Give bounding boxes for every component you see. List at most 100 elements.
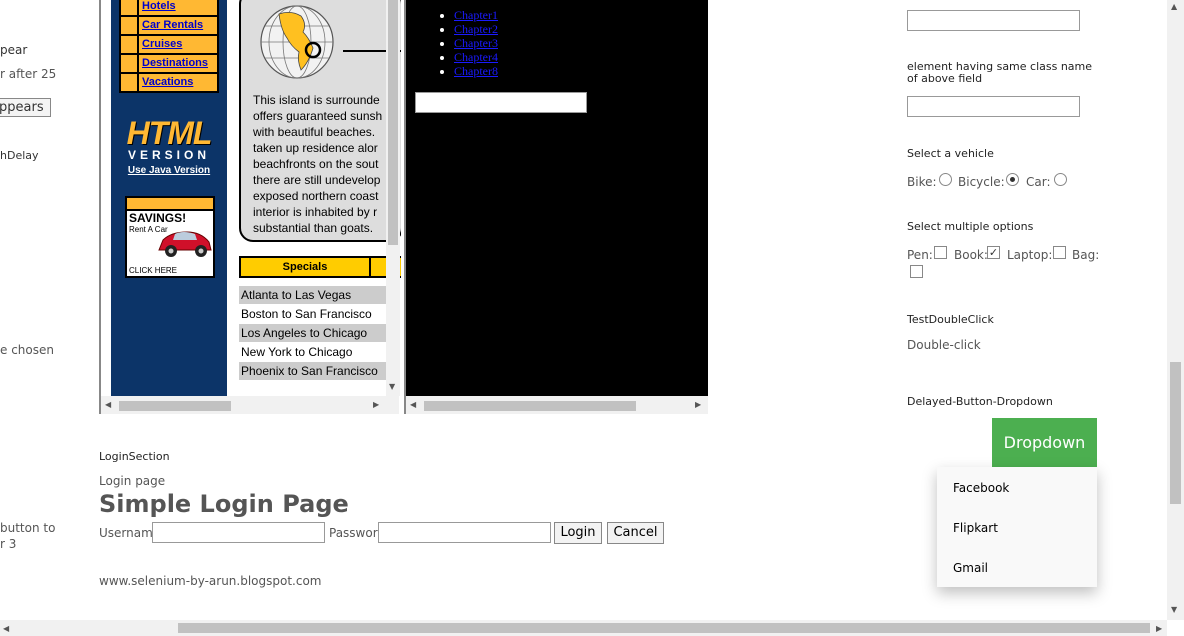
chapter-link-8[interactable]: Chapter8: [454, 64, 498, 78]
chapter-link-2[interactable]: Chapter2: [454, 22, 498, 36]
info-line: This island is surrounde: [253, 93, 380, 107]
vehicle-title: Select a vehicle: [907, 147, 994, 160]
route-item: Los Angeles to Chicago: [239, 324, 391, 342]
route-item: Atlanta to Las Vegas: [239, 286, 391, 304]
scroll-down-arrow-icon[interactable]: ▼: [389, 382, 395, 391]
car-icon: [158, 231, 212, 257]
appears-button[interactable]: ppears: [0, 98, 51, 117]
frame1-vertical-scroll-thumb[interactable]: [388, 0, 398, 245]
button-to-label: button to: [0, 521, 56, 535]
bike-radio[interactable]: [939, 173, 952, 186]
route-item: Phoenix to San Francisco: [239, 362, 391, 380]
bag-checkbox[interactable]: [910, 265, 923, 278]
pen-checkbox[interactable]: [934, 246, 947, 259]
multi-options-title: Select multiple options: [907, 220, 1034, 233]
bicycle-radio[interactable]: [1006, 173, 1019, 186]
info-line: substantial than goats.: [253, 221, 374, 235]
scroll-right-arrow-icon[interactable]: ▶: [695, 400, 701, 409]
ad-cta: CLICK HERE: [129, 266, 178, 275]
frame1-horizontal-scroll-thumb[interactable]: [119, 401, 231, 411]
page-vertical-scroll-thumb[interactable]: [1170, 362, 1181, 504]
username-label: Username: [99, 526, 161, 540]
nav-table: Hotels Car Rentals Cruises Destinations …: [119, 0, 219, 93]
dropdown-item-flipkart[interactable]: Flipkart: [953, 521, 998, 535]
login-heading: Simple Login Page: [99, 490, 349, 518]
scroll-right-arrow-icon[interactable]: ▶: [373, 400, 379, 409]
logo-version-text: VERSION: [127, 148, 210, 162]
double-click-title: TestDoubleClick: [907, 313, 994, 326]
info-line: exposed northern coast: [253, 189, 379, 203]
r3-label: r 3: [0, 537, 17, 551]
nav-link-car-rentals[interactable]: Car Rentals: [139, 17, 217, 34]
info-line: there are still undevelop: [253, 173, 381, 187]
dropdown-item-facebook[interactable]: Facebook: [953, 481, 1009, 495]
laptop-checkbox[interactable]: [1053, 246, 1066, 259]
logo-html-text: HTML: [126, 115, 213, 151]
bag-label: Bag:: [1072, 248, 1100, 262]
same-class-input[interactable]: [907, 96, 1080, 117]
chapter-list-item: Chapter8: [454, 64, 498, 78]
laptop-label: Laptop:: [1007, 248, 1053, 262]
nav-link-destinations[interactable]: Destinations: [139, 55, 217, 72]
chapter-link-4[interactable]: Chapter4: [454, 50, 498, 64]
chosen-label: e chosen: [0, 343, 54, 357]
pen-label: Pen:: [907, 248, 933, 262]
car-radio[interactable]: [1054, 173, 1067, 186]
car-label: Car:: [1026, 175, 1051, 189]
scroll-left-arrow-icon[interactable]: ◀: [105, 400, 111, 409]
chapter-list-item: Chapter4: [454, 50, 498, 64]
frame2-text-input[interactable]: [415, 92, 587, 113]
globe-icon: [260, 5, 334, 79]
footer-url: www.selenium-by-arun.blogspot.com: [99, 574, 322, 588]
island-info-box: This island is surrounde offers guarante…: [239, 0, 401, 242]
chapter-link-1[interactable]: Chapter1: [454, 8, 498, 22]
cancel-button[interactable]: Cancel: [607, 522, 664, 544]
info-line: with beautiful beaches.: [253, 125, 376, 139]
info-line: interior is inhabited by r: [253, 205, 378, 219]
delayed-dropdown-title: Delayed-Button-Dropdown: [907, 395, 1053, 408]
bicycle-label: Bicycle:: [958, 175, 1005, 189]
page-scroll-left-arrow-icon[interactable]: ◀: [3, 624, 9, 633]
nav-link-hotels[interactable]: Hotels: [139, 0, 217, 15]
route-item: Boston to San Francisco: [241, 307, 372, 321]
appear-label: pear: [0, 43, 28, 57]
top-text-input[interactable]: [907, 10, 1080, 31]
book-label: Book:: [954, 248, 988, 262]
info-line: offers guaranteed sunsh: [253, 109, 383, 123]
scroll-left-arrow-icon[interactable]: ◀: [410, 400, 416, 409]
dropdown-item-gmail[interactable]: Gmail: [953, 561, 988, 575]
same-class-label: element having same class name of above …: [907, 60, 1093, 85]
after-label: r after 25: [0, 67, 57, 81]
page-scroll-down-arrow-icon[interactable]: ▼: [1171, 605, 1177, 614]
specials-label: Specials: [241, 258, 371, 276]
dropdown-button[interactable]: Dropdown: [992, 418, 1097, 467]
java-version-link[interactable]: Use Java Version: [124, 165, 214, 176]
rent-a-car-ad[interactable]: SAVINGS! Rent A Car CLICK HERE: [125, 196, 215, 278]
info-line: taken up residence alor: [253, 141, 378, 155]
chapters-iframe: Chapter1 Chapter2 Chapter3 Chapter4 Chap…: [404, 0, 708, 414]
double-click-target[interactable]: Double-click: [907, 338, 981, 352]
page-horizontal-scroll-thumb[interactable]: [178, 623, 1150, 633]
page-vertical-scrollbar[interactable]: [1167, 0, 1184, 620]
frame2-horizontal-scroll-thumb[interactable]: [424, 401, 636, 411]
specials-header: Specials: [239, 256, 401, 278]
info-line: beachfronts on the sout: [253, 157, 379, 171]
nav-link-cruises[interactable]: Cruises: [139, 36, 217, 53]
delay-label: hDelay: [0, 149, 39, 162]
chapter-list-item: Chapter1: [454, 8, 498, 22]
bike-label: Bike:: [907, 175, 937, 189]
travel-iframe: Hotels Car Rentals Cruises Destinations …: [99, 0, 401, 414]
page-scroll-up-arrow-icon[interactable]: ▲: [1171, 2, 1177, 11]
book-checkbox[interactable]: ✓: [987, 246, 1000, 259]
page-scroll-right-arrow-icon[interactable]: ▶: [1156, 624, 1162, 633]
html-version-logo: HTML VERSION Use Java Version: [124, 115, 214, 176]
password-field[interactable]: [378, 522, 551, 543]
nav-link-vacations[interactable]: Vacations: [139, 74, 217, 91]
username-field[interactable]: [152, 522, 325, 543]
chapter-list: Chapter1 Chapter2 Chapter3 Chapter4 Chap…: [436, 8, 498, 78]
route-item: New York to Chicago: [241, 345, 353, 359]
password-label: Password: [329, 526, 386, 540]
island-description: This island is surrounde offers guarante…: [253, 92, 401, 236]
chapter-link-3[interactable]: Chapter3: [454, 36, 498, 50]
login-button[interactable]: Login: [554, 522, 602, 544]
